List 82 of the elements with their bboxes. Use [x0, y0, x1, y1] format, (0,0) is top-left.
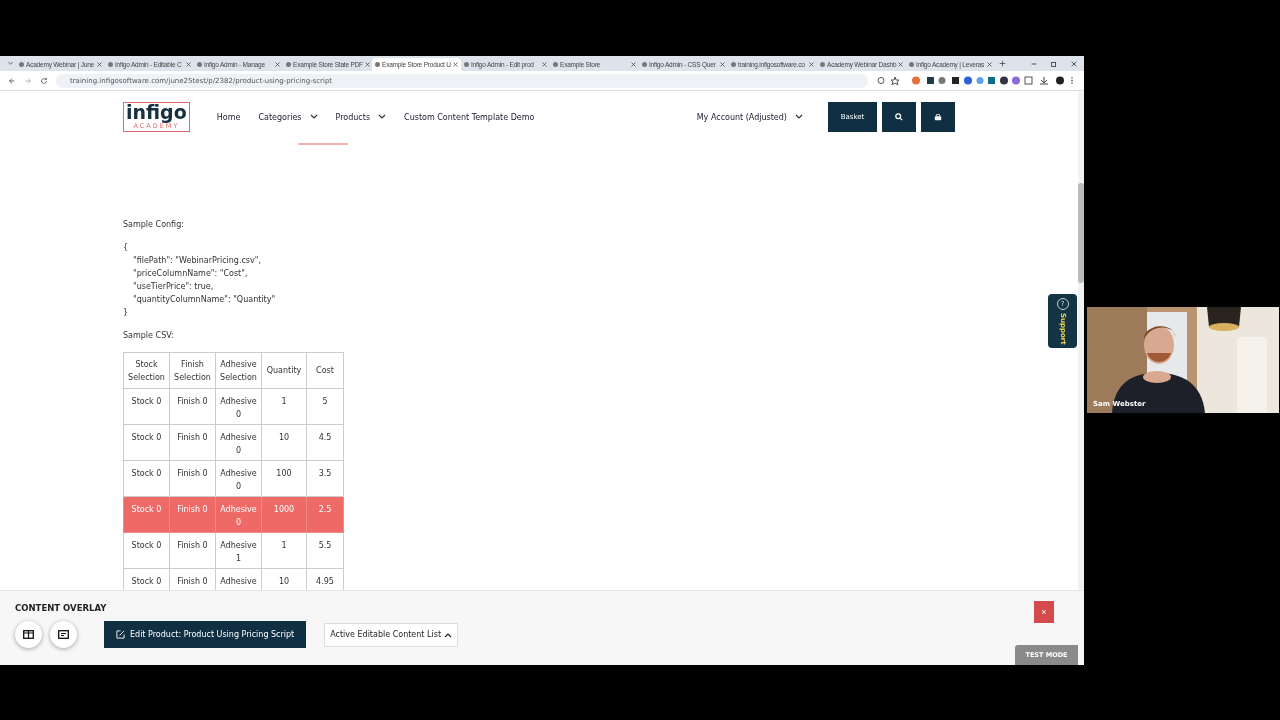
column-header: Stock Selection: [123, 352, 170, 389]
table-cell: 2.5: [306, 496, 344, 533]
scrollbar[interactable]: [1078, 91, 1084, 590]
table-cell: Adhesive 0: [215, 496, 262, 533]
overlay-title: CONTENT OVERLAY: [15, 603, 107, 613]
table-cell: 5.5: [306, 532, 344, 569]
table-cell: Stock 0: [123, 496, 170, 533]
table-cell: Adhesive 0: [215, 424, 262, 461]
chevron-down-icon[interactable]: [309, 114, 318, 120]
search-icon: [895, 113, 903, 121]
layout-icon: [23, 630, 34, 639]
content-list-button[interactable]: Active Editable Content List: [324, 622, 458, 647]
column-header: Finish Selection: [169, 352, 216, 389]
table-cell: Stock 0: [123, 424, 170, 461]
table-cell: 3.5: [306, 460, 344, 497]
table-row[interactable]: Stock 0 Finish 0 Adhesive 1 1 5.5: [123, 532, 344, 569]
close-tab-icon[interactable]: [987, 62, 992, 67]
layout-button[interactable]: [15, 621, 42, 648]
table-cell: Adhesive 0: [215, 460, 262, 497]
chevron-up-icon: [444, 631, 452, 638]
close-icon[interactable]: [1070, 59, 1078, 68]
reload-icon[interactable]: [40, 76, 48, 85]
table-cell: Finish 0: [169, 424, 216, 461]
column-header: Cost: [306, 352, 344, 389]
table-cell: 1000: [261, 496, 307, 533]
config-label: Sample Config:: [123, 219, 184, 231]
table-cell: Finish 0: [169, 532, 216, 569]
close-tab-icon[interactable]: [809, 62, 814, 67]
code-line: "useTierPrice": true,: [132, 281, 214, 293]
table-cell: 100: [261, 460, 307, 497]
edit-product-button[interactable]: Edit Product: Product Using Pricing Script: [104, 621, 307, 648]
new-tab-icon[interactable]: [999, 60, 1006, 67]
close-tab-icon[interactable]: [275, 62, 280, 67]
close-tab-icon[interactable]: [631, 62, 636, 67]
search-button[interactable]: [882, 102, 916, 132]
close-tab-icon[interactable]: [720, 62, 725, 67]
chevron-down-icon[interactable]: [795, 114, 803, 120]
table-cell: 4.5: [306, 424, 344, 461]
nav-link[interactable]: Products: [335, 112, 371, 122]
bag-icon: [934, 113, 942, 121]
table-row[interactable]: Stock 0 Finish 0 Adhesive 0 10 4.5: [123, 424, 344, 461]
column-header: Quantity: [261, 352, 307, 389]
table-cell: Finish 0: [169, 460, 216, 497]
restore-icon[interactable]: [1050, 59, 1058, 68]
code-line: }: [123, 307, 129, 319]
table-cell: Finish 0: [169, 388, 216, 425]
card-button[interactable]: [50, 621, 77, 648]
close-tab-icon[interactable]: [453, 62, 458, 67]
code-line: "quantityColumnName": "Quantity": [132, 294, 276, 306]
shop-button[interactable]: [921, 102, 955, 132]
close-tab-icon[interactable]: [97, 62, 102, 67]
edit-icon: [116, 630, 125, 639]
table-cell: 1: [261, 532, 307, 569]
csv-label: Sample CSV:: [123, 330, 174, 342]
close-tab-icon[interactable]: [898, 62, 904, 67]
code-line: "filePath": "WebinarPricing.csv",: [132, 255, 261, 267]
close-button[interactable]: ×: [1034, 601, 1054, 623]
nav-link[interactable]: Categories: [258, 112, 302, 122]
close-tab-icon[interactable]: [186, 62, 191, 67]
column-header: Adhesive Selection: [215, 352, 262, 389]
card-icon: [58, 630, 69, 639]
table-cell: Finish 0: [169, 496, 216, 533]
nav-link[interactable]: Home: [216, 112, 241, 122]
nav-underline: [298, 143, 348, 145]
table-cell: Adhesive 1: [215, 532, 262, 569]
close-tab-icon[interactable]: [364, 62, 370, 67]
table-cell: Adhesive 0: [215, 388, 262, 425]
account-menu[interactable]: My Account (Adjusted): [696, 112, 787, 122]
table-cell: Stock 0: [123, 460, 170, 497]
close-tab-icon[interactable]: [542, 62, 547, 67]
code-line: "priceColumnName": "Cost",: [132, 268, 248, 280]
table-row[interactable]: Stock 0 Finish 0 Adhesive 0 1 5: [123, 388, 344, 425]
table-cell: 10: [261, 424, 307, 461]
chevron-down-icon[interactable]: [378, 114, 387, 120]
table-cell: 1: [261, 388, 307, 425]
code-line: {: [123, 242, 129, 254]
back-icon[interactable]: [8, 76, 16, 85]
table-cell: Stock 0: [123, 388, 170, 425]
table-cell: Stock 0: [123, 532, 170, 569]
table-row[interactable]: Stock 0 Finish 0 Adhesive 0 100 3.5: [123, 460, 344, 497]
nav-link[interactable]: Custom Content Template Demo: [404, 112, 535, 122]
table-cell: 5: [306, 388, 344, 425]
